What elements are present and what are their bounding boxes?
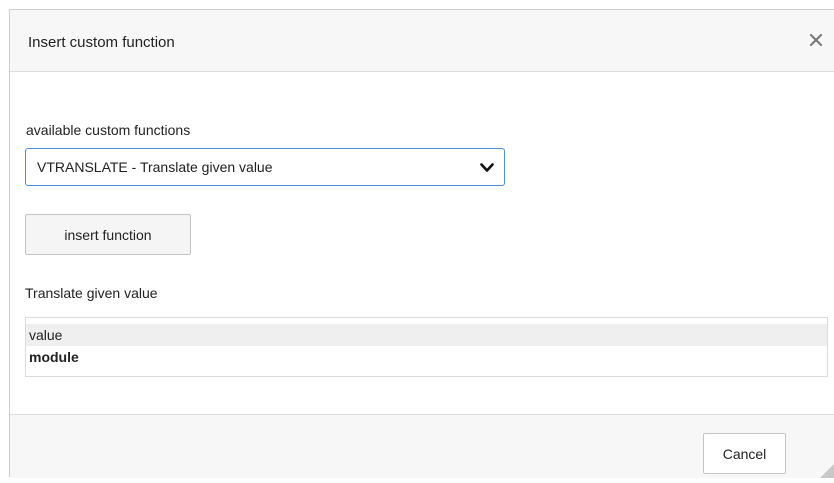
insert-function-button[interactable]: insert function [25,214,191,255]
dialog-titlebar: Insert custom function [10,10,834,72]
chevron-down-icon [480,161,494,173]
dialog-body: available custom functions VTRANSLATE - … [10,72,834,414]
resize-grip-icon[interactable] [818,462,834,478]
insert-custom-function-dialog: Insert custom function available custom … [9,9,834,478]
close-icon[interactable] [806,30,826,50]
function-parameters-list: value module [25,317,828,377]
parameter-item-value: value [26,324,827,346]
function-description: Translate given value [25,285,158,301]
custom-function-select[interactable]: VTRANSLATE - Translate given value [25,148,505,186]
functions-select-label: available custom functions [26,122,191,138]
cancel-button[interactable]: Cancel [703,433,786,474]
selected-function-value: VTRANSLATE - Translate given value [37,159,273,175]
parameter-item-module: module [29,349,79,365]
dialog-footer: Cancel [10,414,834,478]
dialog-title: Insert custom function [28,34,175,51]
